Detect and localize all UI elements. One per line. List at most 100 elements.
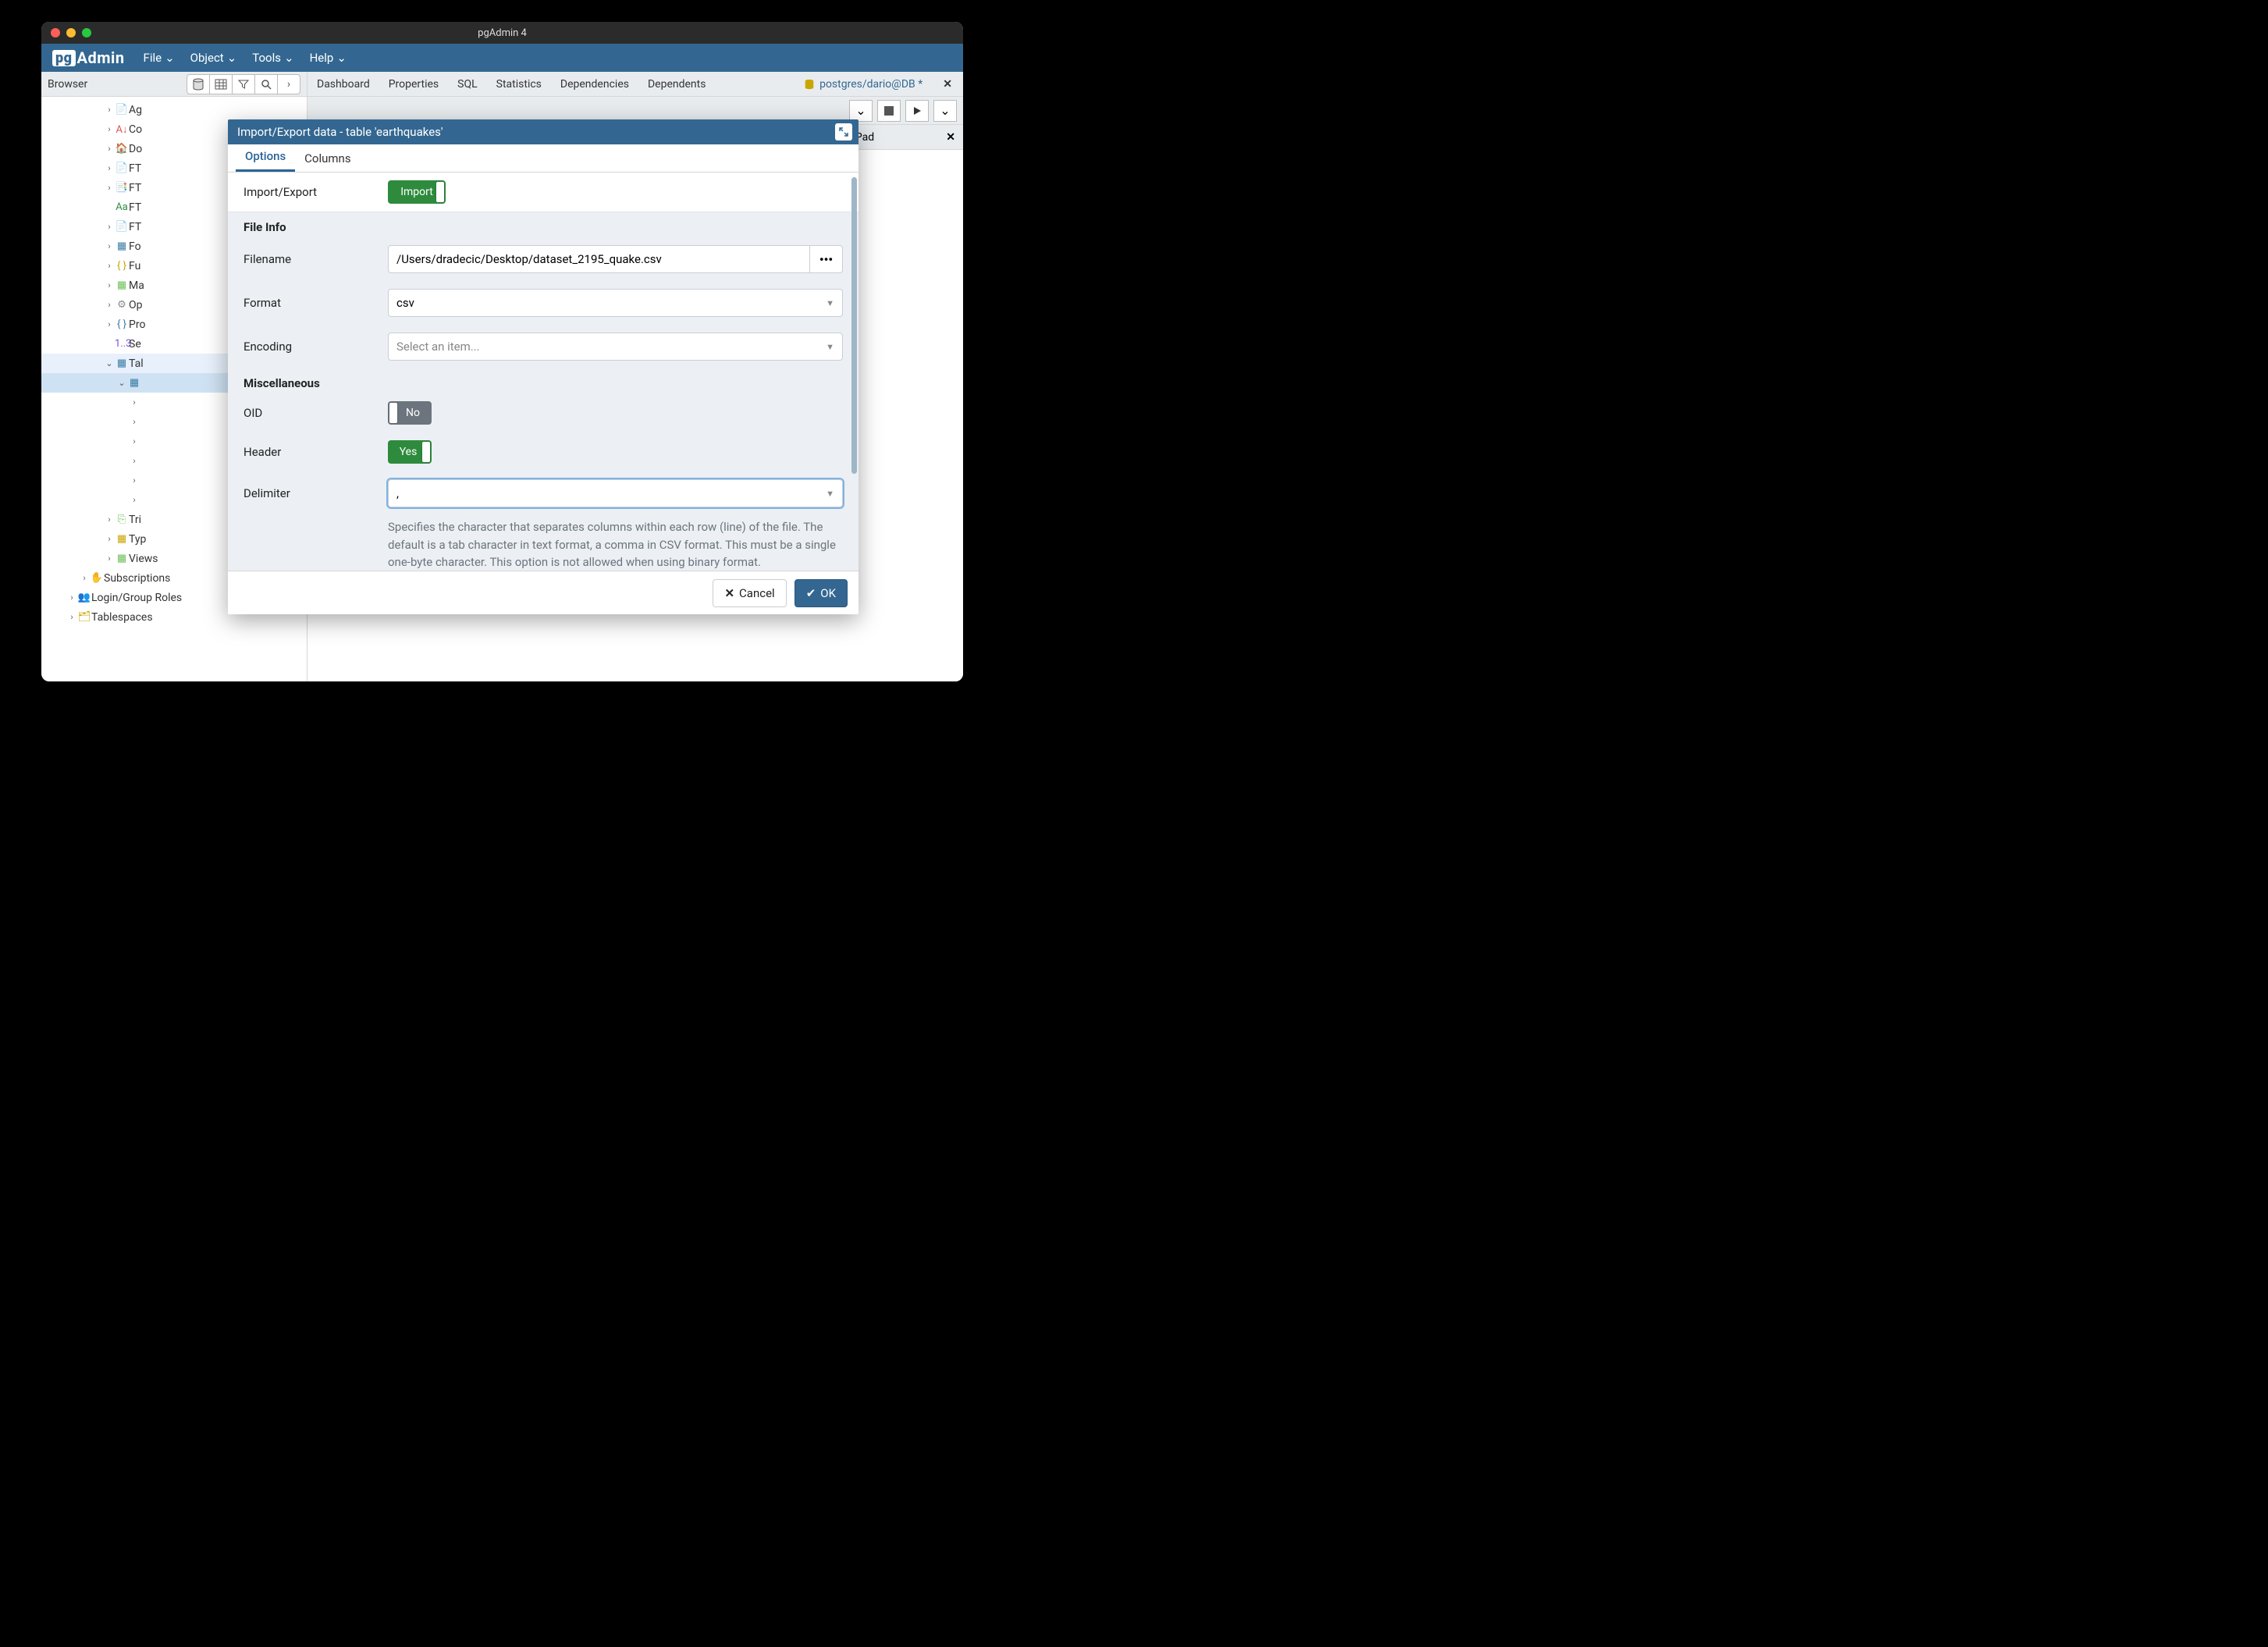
format-select[interactable]: csv ▼ [388,289,843,317]
tree-node-icon: 📄 [115,162,129,174]
browser-header: Browser › [41,72,307,97]
tree-node-icon: 📄 [115,221,129,233]
filename-input[interactable] [388,245,810,273]
tree-node-label: Tal [129,358,144,370]
tree-node-label: FT [129,201,141,214]
tree-node-icon: A↓ [115,123,129,136]
header-label: Header [244,445,388,459]
ok-button[interactable]: ✔ OK [795,579,848,607]
tree-caret-icon: › [104,514,115,525]
filter-button[interactable] [232,74,255,94]
dialog-scrollbar[interactable] [851,177,857,474]
oid-toggle[interactable]: No [388,401,432,425]
tab-dependents[interactable]: Dependents [638,78,715,91]
delimiter-select[interactable]: , ▼ [388,479,843,507]
header-toggle[interactable]: Yes [388,440,432,464]
toolbar-dropdown-button[interactable]: ⌄ [849,100,873,122]
tree-node-label: Co [129,123,142,136]
cancel-button[interactable]: ✕ Cancel [713,579,786,607]
tab-statistics[interactable]: Statistics [487,78,551,91]
dialog-tab-options[interactable]: Options [236,143,295,172]
tree-node-label: FT [129,162,141,175]
browser-title: Browser [48,78,87,91]
tree-caret-icon: › [104,280,115,290]
menu-object[interactable]: Object⌄ [183,51,245,65]
chevron-down-icon: ▼ [826,298,834,308]
tab-close-button[interactable]: ✕ [932,78,963,91]
chevron-down-icon: ⌄ [165,51,175,65]
tree-node-icon: ▦ [115,358,129,369]
tab-dependencies[interactable]: Dependencies [551,78,638,91]
tree-node-label: Views [129,553,158,565]
tree-node-icon: 1..3 [115,338,129,350]
tree-node-label: FT [129,182,141,194]
tree-node-icon: ▦ [115,553,129,564]
filename-label: Filename [244,252,388,266]
run-button[interactable] [905,100,929,122]
chevron-right-icon: › [287,78,290,91]
tree-node[interactable]: ›📄Ag [41,100,307,119]
tab-query-editor[interactable]: postgres/dario@DB * [795,78,932,91]
tree-node-icon: Aa [115,201,129,213]
chevron-down-icon: ⌄ [336,51,347,65]
view-data-button[interactable] [209,74,233,94]
filename-browse-button[interactable]: ••• [810,245,843,273]
import-export-toggle[interactable]: Import [388,180,446,204]
tree-node-icon: 📄 [115,104,129,116]
tree-caret-icon: › [104,163,115,173]
main-tabs: Dashboard Properties SQL Statistics Depe… [307,72,963,97]
tree-caret-icon: › [66,612,77,622]
search-button[interactable] [254,74,278,94]
tree-node-label: Ag [129,104,142,116]
tree-node-label: Do [129,143,142,155]
import-export-dialog: Import/Export data - table 'earthquakes'… [228,119,858,614]
tab-sql[interactable]: SQL [448,78,486,91]
tree-node-label: Tri [129,514,141,526]
tree-node-label: Fu [129,260,140,272]
tree-caret-icon: ⌄ [104,358,115,368]
menu-tools[interactable]: Tools⌄ [244,51,301,65]
tree-node-icon: ⎘ [115,514,129,525]
tree-caret-icon: › [104,105,115,115]
tree-node-icon: ▦ [127,377,141,389]
tree-node-icon: ✋ [90,572,104,584]
tree-node-label: Op [129,299,143,311]
dialog-expand-button[interactable] [835,123,852,141]
tree-node-label: Ma [129,279,144,292]
tree-node-icon: ⚙ [115,299,129,311]
dialog-tab-columns[interactable]: Columns [295,145,360,172]
more-button[interactable]: › [277,74,300,94]
menu-file[interactable]: File⌄ [136,51,183,65]
encoding-select[interactable]: Select an item... ▼ [388,333,843,361]
tree-node-label: Subscriptions [104,572,170,585]
ellipsis-icon: ••• [819,252,833,267]
delimiter-label: Delimiter [244,486,388,500]
app-logo: pgAdmin [41,48,136,67]
tree-caret-icon: › [104,534,115,544]
tree-caret-icon: › [104,261,115,271]
database-icon [804,79,815,90]
run-dropdown-button[interactable]: ⌄ [933,100,957,122]
query-tool-button[interactable] [187,74,210,94]
chevron-down-icon: ⌄ [227,51,237,65]
tree-node-label: Pro [129,318,145,331]
tab-dashboard[interactable]: Dashboard [307,78,379,91]
tree-node-icon: ▦ [115,533,129,545]
tree-caret-icon: › [104,241,115,251]
dialog-tabs: Options Columns [228,144,858,173]
tree-node-label: Login/Group Roles [91,592,182,604]
titlebar: pgAdmin 4 [41,22,963,44]
tree-node-icon: 🗂 [77,611,91,623]
file-info-section: File Info [228,212,858,237]
menu-help[interactable]: Help⌄ [302,51,354,65]
window-title: pgAdmin 4 [41,27,963,39]
scratch-pad-close-button[interactable]: ✕ [946,131,955,144]
tree-node-icon: ▦ [115,240,129,252]
tree-node-label: Fo [129,240,141,253]
menubar: pgAdmin File⌄ Object⌄ Tools⌄ Help⌄ [41,44,963,72]
chevron-down-icon: ▼ [826,342,834,352]
tab-properties[interactable]: Properties [379,78,448,91]
stop-button[interactable] [877,100,901,122]
tree-node-icon: { } [115,318,129,330]
tree-node-label: Tablespaces [91,611,153,624]
